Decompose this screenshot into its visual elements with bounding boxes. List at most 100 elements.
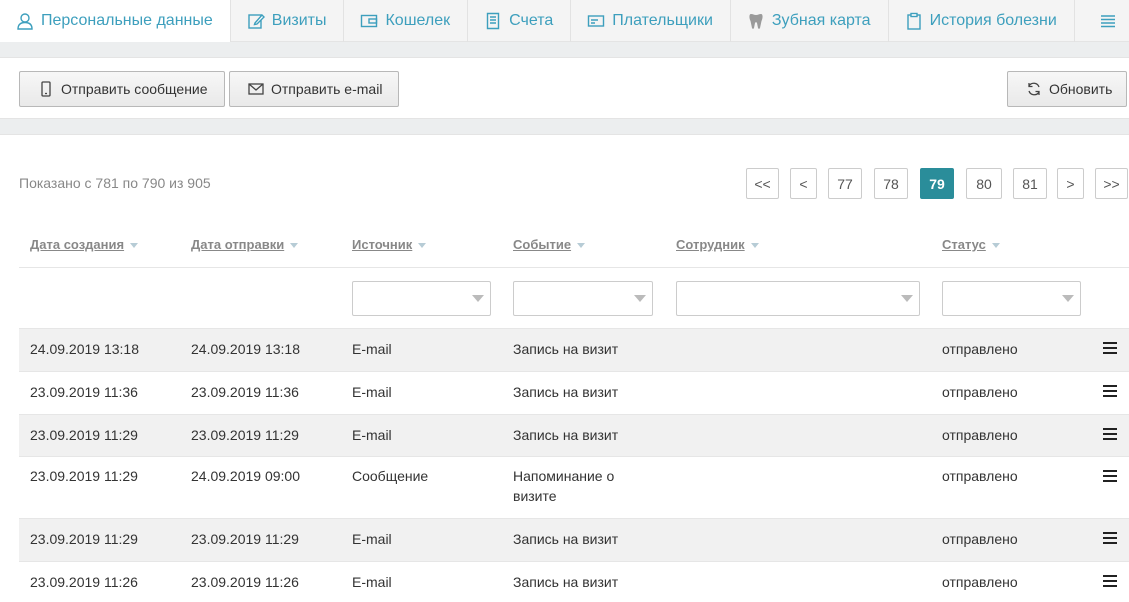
chevron-down-icon — [1062, 295, 1074, 302]
row-menu-icon[interactable] — [1103, 342, 1117, 357]
column-header-sent[interactable]: Дата отправки — [191, 237, 299, 252]
table-row[interactable]: 24.09.2019 13:18 24.09.2019 13:18 E-mail… — [19, 328, 1129, 371]
send-message-button[interactable]: Отправить сообщение — [19, 71, 225, 107]
tooth-icon — [747, 12, 765, 30]
tab-invoices[interactable]: Счета — [468, 0, 572, 42]
cell-created: 23.09.2019 11:29 — [30, 531, 138, 547]
row-menu-icon[interactable] — [1103, 532, 1117, 547]
cell-sent: 23.09.2019 11:29 — [191, 531, 299, 547]
send-message-label: Отправить сообщение — [61, 81, 208, 97]
tab-label: Счета — [509, 12, 554, 29]
column-header-label: Статус — [942, 237, 986, 252]
table-row[interactable]: 23.09.2019 11:29 23.09.2019 11:29 E-mail… — [19, 518, 1129, 561]
tab-visits[interactable]: Визиты — [231, 0, 345, 42]
list-menu-icon — [1099, 12, 1117, 30]
filter-source-select[interactable] — [352, 281, 491, 316]
cell-status: отправлено — [942, 384, 1018, 400]
column-header-label: Событие — [513, 237, 572, 252]
pagination-prev[interactable]: < — [790, 168, 817, 199]
send-email-button[interactable]: Отправить e-mail — [229, 71, 399, 107]
sort-caret-icon — [418, 243, 427, 249]
tab-label: Визиты — [271, 12, 327, 29]
column-header-label: Источник — [352, 237, 413, 252]
tab-label: Зубная карта — [771, 12, 871, 29]
filter-event-select[interactable] — [513, 281, 653, 316]
pagination-first[interactable]: << — [746, 168, 779, 199]
table-row[interactable]: 23.09.2019 11:26 23.09.2019 11:26 E-mail… — [19, 561, 1129, 602]
row-menu-icon[interactable] — [1103, 385, 1117, 400]
pagination-page-current[interactable]: 79 — [920, 168, 954, 199]
divider — [19, 267, 1129, 268]
send-email-label: Отправить e-mail — [271, 81, 383, 97]
cell-created: 23.09.2019 11:36 — [30, 384, 138, 400]
phone-icon — [38, 81, 54, 97]
row-menu-icon[interactable] — [1103, 428, 1117, 443]
cell-created: 23.09.2019 11:26 — [30, 574, 138, 590]
column-header-created[interactable]: Дата создания — [30, 237, 139, 252]
pagination-page[interactable]: 81 — [1013, 168, 1047, 199]
cell-sent: 23.09.2019 11:36 — [191, 384, 299, 400]
envelope-icon — [248, 81, 264, 97]
column-header-label: Дата отправки — [191, 237, 285, 252]
tab-bar: Персональные данные Визиты Кошелек Счета… — [0, 0, 1129, 42]
column-header-event[interactable]: Событие — [513, 237, 586, 252]
column-header-label: Дата создания — [30, 237, 125, 252]
card-icon — [587, 12, 605, 30]
cell-source: E-mail — [352, 531, 392, 547]
tab-label: Плательщики — [612, 12, 713, 29]
column-header-label: Сотрудник — [676, 237, 745, 252]
sort-caret-icon — [130, 243, 139, 249]
filter-status-select[interactable] — [942, 281, 1081, 316]
cell-status: отправлено — [942, 574, 1018, 590]
refresh-label: Обновить — [1049, 81, 1113, 97]
cell-event: Запись на визит — [513, 384, 619, 400]
refresh-button[interactable]: Обновить — [1007, 71, 1127, 107]
cell-source: E-mail — [352, 384, 392, 400]
pagination-last[interactable]: >> — [1095, 168, 1128, 199]
filter-employee-select[interactable] — [676, 281, 920, 316]
chevron-down-icon — [472, 295, 484, 302]
table-row[interactable]: 23.09.2019 11:36 23.09.2019 11:36 E-mail… — [19, 371, 1129, 414]
sort-caret-icon — [290, 243, 299, 249]
messages-panel: Показано с 781 по 790 из 905 << < 77 78 … — [0, 134, 1129, 602]
tab-dental-chart[interactable]: Зубная карта — [731, 0, 889, 42]
cell-event: Запись на визит — [513, 531, 619, 547]
pagination: << < 77 78 79 80 81 > >> — [0, 168, 1129, 199]
table-row[interactable]: 23.09.2019 11:29 24.09.2019 09:00 Сообще… — [19, 456, 1129, 518]
pagination-page[interactable]: 80 — [966, 168, 1002, 199]
column-header-employee[interactable]: Сотрудник — [676, 237, 759, 252]
table-row[interactable]: 23.09.2019 11:29 23.09.2019 11:29 E-mail… — [19, 414, 1129, 456]
tab-wallet[interactable]: Кошелек — [344, 0, 469, 42]
sort-caret-icon — [577, 243, 586, 249]
pagination-next[interactable]: > — [1057, 168, 1084, 199]
chevron-down-icon — [901, 295, 913, 302]
cell-created: 24.09.2019 13:18 — [30, 341, 139, 357]
person-icon — [16, 12, 34, 30]
wallet-icon — [360, 12, 378, 30]
cell-created: 23.09.2019 11:29 — [30, 468, 138, 484]
cell-sent: 24.09.2019 09:00 — [191, 468, 300, 484]
sort-caret-icon — [991, 243, 1000, 249]
refresh-icon — [1026, 81, 1042, 97]
cell-status: отправлено — [942, 531, 1018, 547]
tab-label: Кошелек — [385, 12, 451, 29]
tab-personal-data[interactable]: Персональные данные — [0, 0, 231, 42]
cell-source: Сообщение — [352, 468, 429, 484]
row-menu-icon[interactable] — [1103, 470, 1117, 485]
edit-icon — [247, 12, 265, 30]
tab-label: История болезни — [929, 12, 1057, 29]
cell-event: Запись на визит — [513, 341, 619, 357]
cell-sent: 23.09.2019 11:26 — [191, 574, 299, 590]
tab-more-menu[interactable] — [1075, 0, 1129, 42]
cell-event: Запись на визит — [513, 427, 619, 443]
pagination-page[interactable]: 78 — [874, 168, 908, 199]
action-toolbar: Отправить сообщение Отправить e-mail Обн… — [0, 57, 1129, 119]
column-header-source[interactable]: Источник — [352, 237, 427, 252]
tab-medical-history[interactable]: История болезни — [889, 0, 1075, 42]
cell-source: E-mail — [352, 427, 392, 443]
pagination-page[interactable]: 77 — [828, 168, 862, 199]
column-header-status[interactable]: Статус — [942, 237, 1000, 252]
row-menu-icon[interactable] — [1103, 575, 1117, 590]
cell-event: Напоминание о визите — [513, 468, 615, 504]
tab-payers[interactable]: Плательщики — [571, 0, 731, 42]
